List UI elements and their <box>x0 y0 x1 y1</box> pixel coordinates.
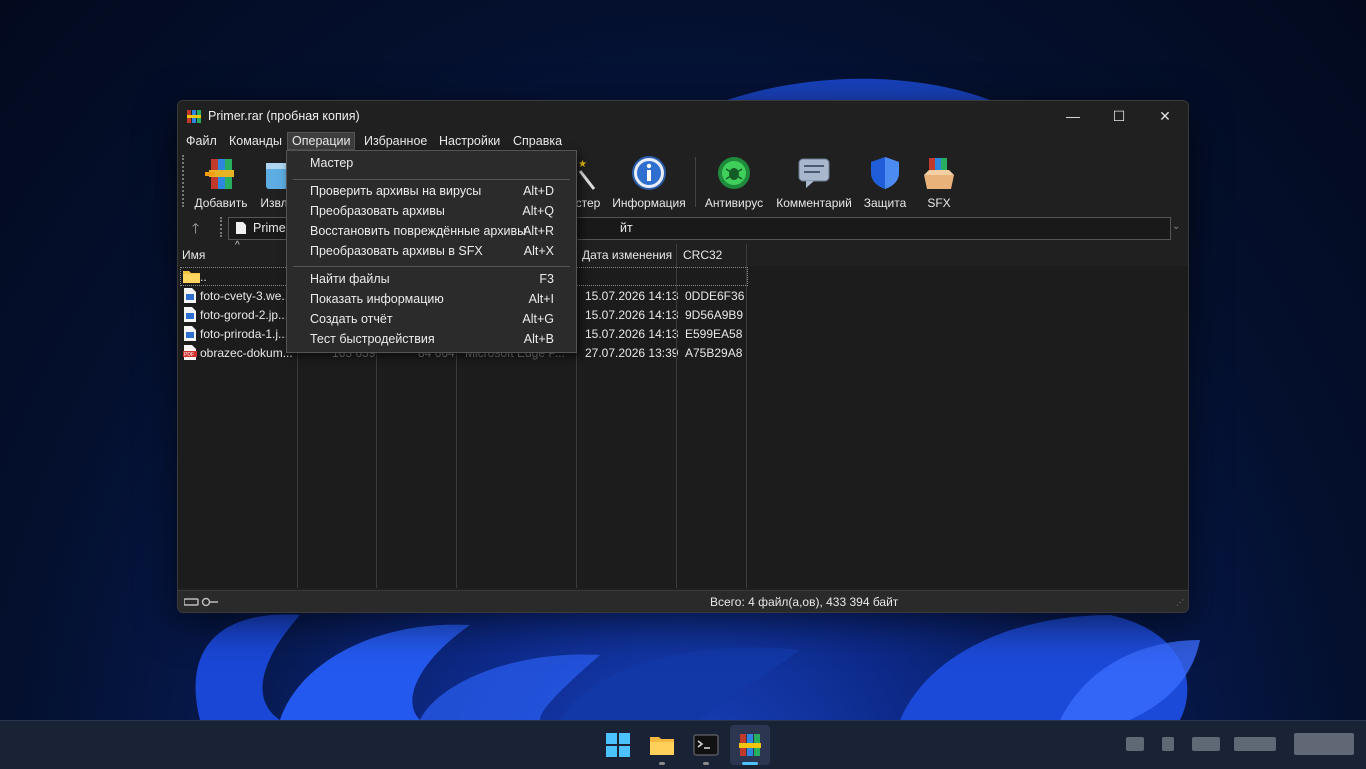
menu-file[interactable]: Файл <box>182 133 221 149</box>
info-icon <box>632 156 666 190</box>
running-indicator <box>659 762 665 765</box>
active-indicator <box>742 762 758 765</box>
file-explorer-icon[interactable] <box>648 731 676 759</box>
start-icon[interactable] <box>604 731 632 759</box>
menu-item-find-files[interactable]: Найти файлы F3 <box>287 269 576 289</box>
comment-button[interactable]: Комментарий <box>772 155 856 210</box>
status-bar: Всего: 4 файл(а,ов), 433 394 байт ⋰ <box>178 590 1188 612</box>
column-name[interactable]: Имя <box>182 248 205 262</box>
info-button[interactable]: Информация <box>610 155 688 210</box>
antivirus-button[interactable]: Антивирус <box>702 155 766 210</box>
menu-item-convert[interactable]: Преобразовать архивы Alt+Q <box>287 201 576 221</box>
column-divider[interactable] <box>676 244 677 588</box>
sfx-button[interactable]: SFX <box>916 155 962 210</box>
svg-text:★: ★ <box>578 159 587 170</box>
winrar-icon[interactable] <box>736 731 764 759</box>
address-dropdown-icon[interactable]: ⌄ <box>1172 221 1180 232</box>
title-bar[interactable]: Primer.rar (пробная копия) — ☐ ✕ <box>178 101 1188 131</box>
taskbar <box>0 720 1366 769</box>
menu-item-repair[interactable]: Восстановить повреждённые архивы Alt+R <box>287 221 576 241</box>
column-crc[interactable]: CRC32 <box>683 248 722 262</box>
toolbar-separator <box>695 157 696 207</box>
svg-text:PDF: PDF <box>184 352 194 358</box>
menu-operations[interactable]: Операции <box>287 132 356 150</box>
image-file-icon <box>184 307 196 322</box>
add-button[interactable]: Добавить <box>192 155 250 210</box>
menu-favorites[interactable]: Избранное <box>360 133 431 149</box>
clock[interactable] <box>1294 733 1354 755</box>
address-tail-text: йт <box>620 221 633 235</box>
menu-item-benchmark[interactable]: Тест быстродействия Alt+B <box>287 329 576 349</box>
running-indicator <box>703 762 709 765</box>
wizard-button[interactable]: ★ стер <box>574 155 602 210</box>
tray-icon[interactable] <box>1162 737 1174 751</box>
protect-button[interactable]: Защита <box>860 155 910 210</box>
sort-arrow-icon: ^ <box>235 240 240 251</box>
menu-commands[interactable]: Команды <box>225 133 286 149</box>
document-icon <box>236 222 246 234</box>
maximize-button[interactable]: ☐ <box>1096 101 1142 131</box>
pdf-file-icon: PDF <box>183 345 197 360</box>
menu-item-wizard[interactable]: Мастер <box>287 153 576 173</box>
tray-icon[interactable] <box>1126 737 1144 751</box>
winrar-app-icon <box>187 110 201 123</box>
column-modified[interactable]: Дата изменения <box>582 248 672 262</box>
menu-help[interactable]: Справка <box>509 133 566 149</box>
menu-settings[interactable]: Настройки <box>435 133 504 149</box>
antivirus-icon <box>718 157 750 189</box>
menu-item-report[interactable]: Создать отчёт Alt+G <box>287 309 576 329</box>
image-file-icon <box>184 288 196 303</box>
wizard-icon: ★ <box>578 159 596 190</box>
tray-icon[interactable] <box>1192 737 1220 751</box>
drive-key-icon[interactable] <box>184 597 220 607</box>
address-text: Primer <box>253 221 290 235</box>
tray-icon[interactable] <box>1234 737 1276 751</box>
shield-icon <box>871 157 899 189</box>
menu-separator <box>293 179 570 180</box>
sfx-icon <box>924 158 954 189</box>
menu-item-show-info[interactable]: Показать информацию Alt+I <box>287 289 576 309</box>
terminal-icon[interactable] <box>692 731 720 759</box>
close-button[interactable]: ✕ <box>1142 101 1188 131</box>
minimize-button[interactable]: — <box>1050 101 1096 131</box>
up-arrow-icon[interactable]: 🡑 <box>192 218 199 242</box>
image-file-icon <box>184 326 196 341</box>
comment-icon <box>798 158 830 188</box>
operations-menu: Мастер Проверить архивы на вирусы Alt+D П… <box>286 150 577 353</box>
status-text: Всего: 4 файл(а,ов), 433 394 байт <box>710 595 899 609</box>
window-title: Primer.rar (пробная копия) <box>208 109 360 123</box>
menu-item-convert-sfx[interactable]: Преобразовать архивы в SFX Alt+X <box>287 241 576 261</box>
resize-grip-icon[interactable]: ⋰ <box>1176 598 1184 607</box>
menu-bar: Файл Команды Операции Избранное Настройк… <box>178 131 1188 151</box>
folder-icon <box>183 271 200 283</box>
toolbar-grip[interactable] <box>182 155 186 207</box>
menu-separator <box>293 266 570 267</box>
add-archive-icon <box>205 159 234 189</box>
menu-item-virus-scan[interactable]: Проверить архивы на вирусы Alt+D <box>287 181 576 201</box>
column-divider[interactable] <box>746 244 747 588</box>
address-grip <box>220 217 224 237</box>
